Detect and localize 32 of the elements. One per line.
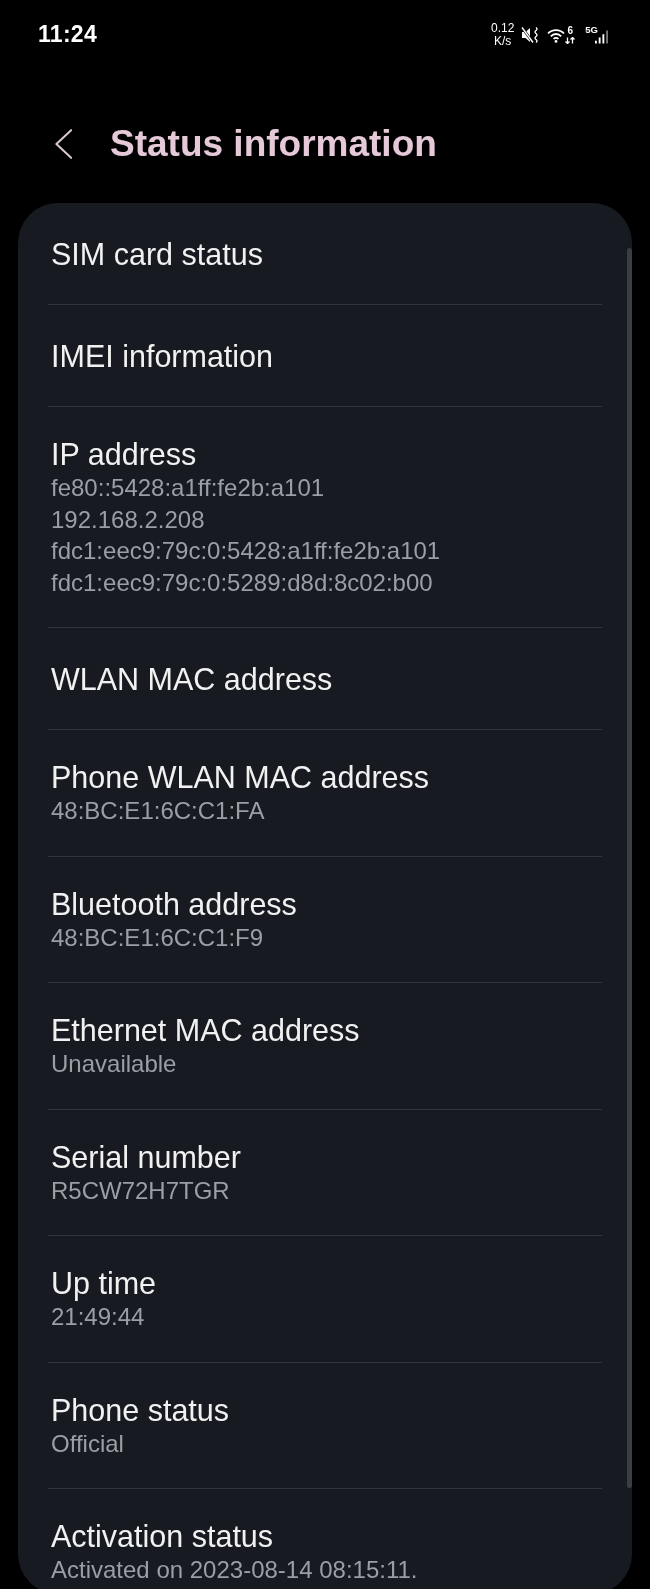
setting-value: R5CW72H7TGR bbox=[51, 1175, 230, 1206]
setting-value: fdc1:eec9:79c:0:5289:d8d:8c02:b00 bbox=[51, 567, 433, 598]
setting-title: Ethernet MAC address bbox=[51, 1012, 360, 1048]
page-title: Status information bbox=[110, 122, 437, 166]
setting-value: Official bbox=[51, 1428, 124, 1459]
network-speed-text: 0.12 bbox=[490, 22, 515, 35]
setting-title: Serial number bbox=[51, 1138, 241, 1175]
setting-title: IP address bbox=[51, 436, 197, 472]
setting-title: Activation status bbox=[51, 1518, 274, 1554]
wifi-generation-label: 6 bbox=[567, 25, 574, 36]
clock-time: 11:24 bbox=[38, 21, 98, 48]
network-type-label: 5G bbox=[585, 25, 598, 35]
setting-value: 21:49:44 bbox=[51, 1302, 145, 1332]
mute-vibrate-icon bbox=[521, 25, 541, 44]
setting-title: Phone status bbox=[51, 1391, 230, 1428]
setting-value: 48:BC:E1:6C:C1:F9 bbox=[51, 922, 264, 953]
setting-value: fe80::5428:a1ff:fe2b:a101 bbox=[51, 473, 325, 503]
setting-title[interactable]: IMEI information bbox=[51, 337, 274, 374]
wifi-icon bbox=[547, 27, 566, 43]
data-arrows-icon bbox=[565, 36, 576, 44]
setting-title: Bluetooth address bbox=[51, 885, 297, 922]
setting-value: 48:BC:E1:6C:C1:FA bbox=[51, 796, 265, 826]
setting-title: Up time bbox=[51, 1265, 157, 1301]
back-icon bbox=[54, 128, 73, 160]
network-speed-text: K/s bbox=[493, 34, 512, 47]
setting-value: Unavailable bbox=[51, 1049, 177, 1079]
setting-title: Phone WLAN MAC address bbox=[51, 759, 430, 795]
setting-value: 192.168.2.208 bbox=[51, 504, 205, 535]
setting-value: fdc1:eec9:79c:0:5428:a1ff:fe2b:a101 bbox=[51, 536, 441, 566]
setting-title[interactable]: SIM card status bbox=[51, 235, 263, 272]
setting-title[interactable]: WLAN MAC address bbox=[51, 660, 333, 697]
setting-value: Activated on 2023-08-14 08:15:11. bbox=[51, 1555, 418, 1585]
